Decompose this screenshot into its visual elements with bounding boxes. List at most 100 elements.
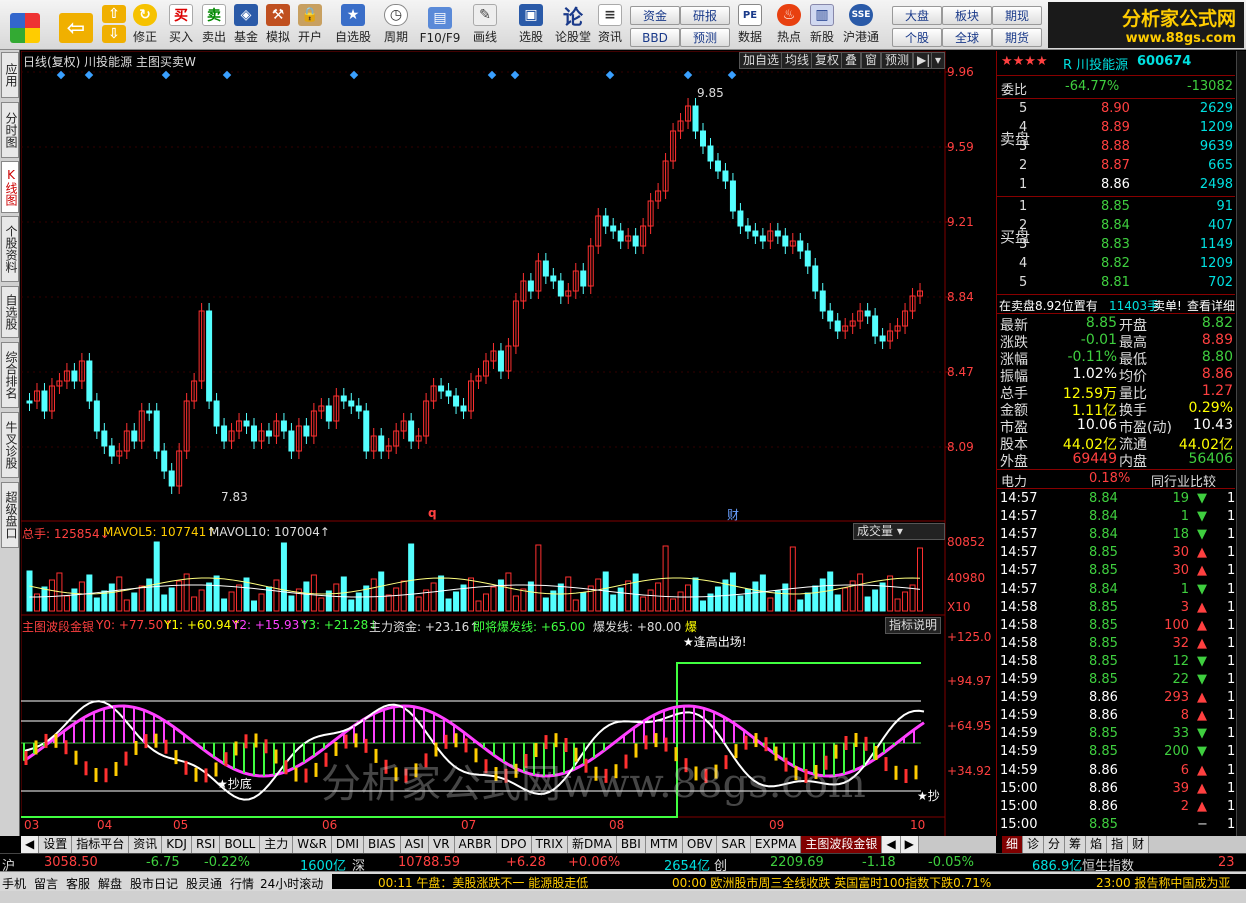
volume-type-button[interactable]: 成交量 ▾	[853, 523, 945, 540]
simulate-button[interactable]: ⚒ 模拟	[263, 3, 293, 47]
link-mobile[interactable]: 手机	[2, 875, 26, 892]
research-button[interactable]: 研报	[680, 6, 730, 25]
watchlist-button[interactable]: ★ 自选股	[333, 3, 373, 47]
stock-button[interactable]: 个股	[892, 28, 942, 47]
buy-level[interactable]: 2 8.84 407	[997, 217, 1235, 235]
right-tab[interactable]: 分	[1044, 836, 1066, 853]
right-tab[interactable]: 焰	[1086, 836, 1108, 853]
kline-chart-area[interactable]: 日线(复权) 川投能源 主图买卖W 加自选 均线 复权 叠 窗 预测 ▶| ▾ …	[21, 51, 996, 836]
indicator-tab[interactable]: OBV	[682, 836, 718, 853]
tab-kline[interactable]: K线图	[1, 161, 19, 213]
add-watch-button[interactable]: 加自选	[739, 52, 784, 69]
stock-picker-button[interactable]: ▣ 选股	[512, 3, 550, 47]
hot-button[interactable]: ♨ 热点	[772, 3, 806, 47]
indicator-help-button[interactable]: 指标说明	[885, 617, 942, 634]
indicator-tab[interactable]: RSI	[191, 836, 221, 853]
buy-level[interactable]: 3 8.83 1149	[997, 236, 1235, 254]
period-button[interactable]: ◷ 周期	[377, 3, 415, 47]
indicator-tab[interactable]: 主图波段金银	[801, 836, 883, 853]
fund-button[interactable]: ◈ 基金	[231, 3, 261, 47]
buy-level[interactable]: 4 8.82 1209	[997, 255, 1235, 273]
ipo-button[interactable]: ▥ 新股	[807, 3, 837, 47]
notice-detail-link[interactable]: 查看详细	[1187, 297, 1235, 314]
market-button[interactable]: 大盘	[892, 6, 942, 25]
buy-button[interactable]: 买 买入	[166, 3, 196, 47]
sell-level[interactable]: 4 8.89 1209	[997, 119, 1235, 137]
indicator-tab[interactable]: 资讯	[129, 836, 163, 853]
bbd-button[interactable]: BBD	[630, 28, 680, 47]
sell-level[interactable]: 2 8.87 665	[997, 157, 1235, 175]
link-message[interactable]: 留言	[34, 875, 58, 892]
link-market[interactable]: 行情	[230, 875, 254, 892]
news-item[interactable]: 23:00 报告称中国成为亚	[1062, 874, 1246, 890]
indicator-tab[interactable]: 新DMA	[568, 836, 617, 853]
link-commentary[interactable]: 解盘	[98, 875, 122, 892]
forum-button[interactable]: 论 论股堂	[555, 3, 591, 47]
window-button[interactable]: 窗	[861, 52, 882, 69]
big-order-notice[interactable]: 在卖盘8.92位置有 11403手 卖单! 查看详细	[997, 296, 1235, 314]
news-item[interactable]: 00:00 欧洲股市周三全线收跌 英国富时100指数下跌0.71%	[662, 874, 1062, 890]
scroll-left-icon[interactable]: ◀	[21, 836, 40, 853]
right-tab[interactable]: 诊	[1023, 836, 1045, 853]
indicator-tab[interactable]: VR	[428, 836, 455, 853]
back-button[interactable]: ⇦	[56, 3, 96, 47]
indicator-tab[interactable]: 指标平台	[72, 836, 130, 853]
buy-level[interactable]: 1 8.85 91	[997, 198, 1235, 216]
tab-stock-info[interactable]: 个股资料	[1, 216, 19, 282]
indicator-tab[interactable]: BBI	[616, 836, 646, 853]
predict-button[interactable]: 预测	[881, 52, 914, 69]
hk-connect-button[interactable]: SSE 沪港通	[840, 3, 882, 47]
tab-ranking[interactable]: 综合排名	[1, 342, 19, 408]
menu-button[interactable]	[6, 3, 44, 47]
sell-level[interactable]: 5 8.90 2629	[997, 100, 1235, 118]
up-down-button[interactable]: ⇧ ⇩	[100, 3, 128, 47]
adjust-button[interactable]: 复权	[811, 52, 844, 69]
tab-watchlist[interactable]: 自选股	[1, 286, 19, 338]
indicator-tab[interactable]: ASI	[400, 836, 429, 853]
indicator-tab[interactable]: W&R	[293, 836, 332, 853]
forecast-button[interactable]: 预测	[680, 28, 730, 47]
data-button[interactable]: PE 数据	[733, 3, 767, 47]
link-diary[interactable]: 股市日记	[130, 875, 178, 892]
capital-button[interactable]: 资金	[630, 6, 680, 25]
futures-button[interactable]: 期货	[992, 28, 1042, 47]
draw-line-button[interactable]: ✎ 画线	[467, 3, 503, 47]
buy-level[interactable]: 5 8.81 702	[997, 274, 1235, 292]
tab-super-handicap[interactable]: 超级盘口	[1, 482, 19, 548]
indicator-tab[interactable]: EXPMA	[750, 836, 802, 853]
overlay-button[interactable]: 叠	[841, 52, 862, 69]
indicator-tab[interactable]: BOLL	[220, 836, 261, 853]
indicator-tab[interactable]: DPO	[496, 836, 532, 853]
indicator-tab[interactable]: ARBR	[454, 836, 497, 853]
sell-button[interactable]: 卖 卖出	[199, 3, 229, 47]
dropdown-icon[interactable]: ▾	[931, 52, 946, 69]
sell-level[interactable]: 1 8.86 2498	[997, 176, 1235, 194]
f10-button[interactable]: ▤ F10/F9	[418, 3, 462, 47]
indicator-tab[interactable]: DMI	[331, 836, 364, 853]
right-tab[interactable]: 指	[1107, 836, 1129, 853]
futures-spot-button[interactable]: 期现	[992, 6, 1042, 25]
toolbar-button-fix[interactable]: ↻ 修正	[130, 3, 160, 47]
open-account-button[interactable]: 🔒 开户	[295, 3, 325, 47]
scroll-left-icon[interactable]: ◀	[882, 836, 901, 853]
link-alert[interactable]: 股灵通	[186, 875, 222, 892]
scroll-right-icon[interactable]: ▶	[900, 836, 919, 853]
tab-diagnose[interactable]: 牛叉诊股	[1, 412, 19, 478]
sell-level[interactable]: 3 8.88 9639	[997, 138, 1235, 156]
right-tab[interactable]: 筹	[1065, 836, 1087, 853]
tick-scrollbar[interactable]	[1236, 51, 1246, 836]
indicator-tab[interactable]: TRIX	[531, 836, 569, 853]
indicator-tab[interactable]: KDJ	[162, 836, 192, 853]
sector-button[interactable]: 板块	[942, 6, 992, 25]
link-rolling-news[interactable]: 24小时滚动	[260, 875, 323, 892]
industry-row[interactable]: 电力 0.18% 同行业比较	[997, 470, 1235, 490]
link-service[interactable]: 客服	[66, 875, 90, 892]
indicator-tab[interactable]: MTM	[645, 836, 683, 853]
tab-intraday[interactable]: 分时图	[1, 102, 19, 158]
global-button[interactable]: 全球	[942, 28, 992, 47]
indicator-tab[interactable]: BIAS	[364, 836, 401, 853]
right-tab[interactable]: 财	[1128, 836, 1150, 853]
indicator-tab[interactable]: SAR	[717, 836, 751, 853]
indicator-tab[interactable]: 主力	[260, 836, 294, 853]
right-tab[interactable]: 细	[1002, 836, 1024, 853]
